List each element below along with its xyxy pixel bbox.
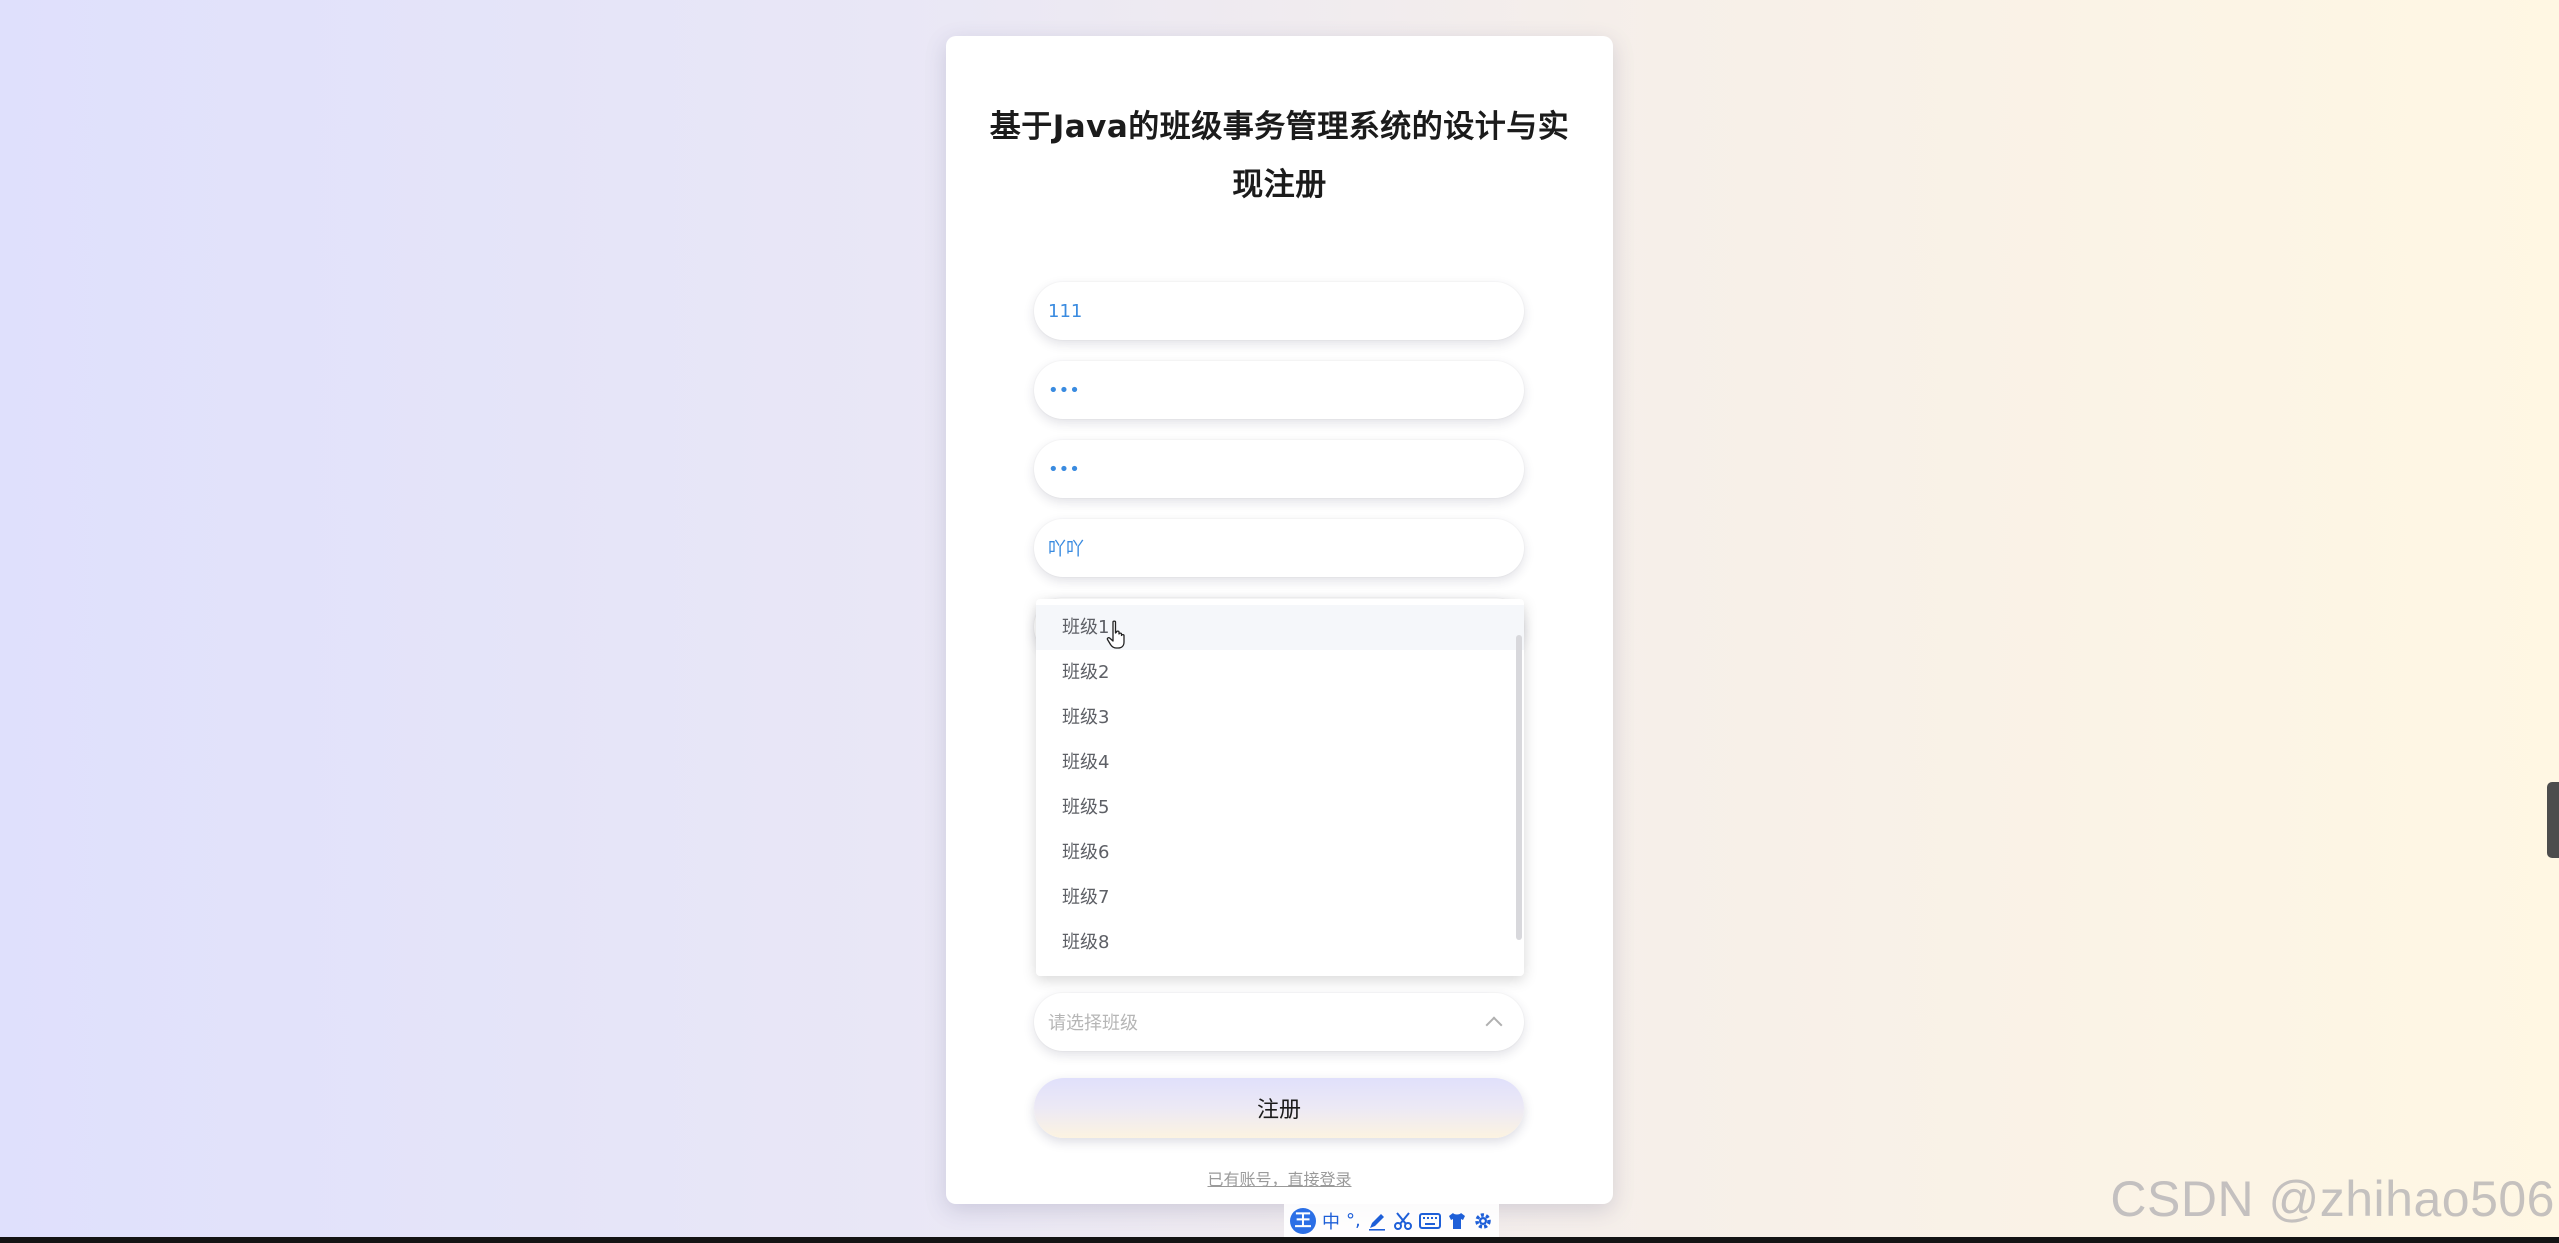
side-panel-handle[interactable]: [2547, 782, 2559, 858]
confirm-password-input[interactable]: •••: [1048, 459, 1080, 480]
class-option[interactable]: 班级3: [1036, 695, 1524, 740]
chevron-up-icon: [1485, 1016, 1503, 1034]
ime-mode-toggle[interactable]: 中: [1322, 1208, 1340, 1234]
hand-pointer-cursor-icon: [1106, 620, 1125, 649]
class-option[interactable]: 班级6: [1036, 830, 1524, 875]
register-button[interactable]: 注册: [1034, 1078, 1524, 1138]
password-field[interactable]: •••: [1034, 361, 1524, 419]
class-option[interactable]: 班级2: [1036, 650, 1524, 695]
class-option-list: 班级1 班级2 班级3 班级4 班级5 班级6 班级7 班级8: [1036, 599, 1524, 965]
page-title: 基于Java的班级事务管理系统的设计与实现注册: [989, 109, 1570, 203]
username-field[interactable]: [1034, 282, 1524, 340]
class-option[interactable]: 班级8: [1036, 920, 1524, 965]
register-card: 基于Java的班级事务管理系统的设计与实现注册 ••• ••• 女 班级1班级2…: [946, 36, 1613, 1204]
login-link[interactable]: 已有账号，直接登录: [946, 1166, 1613, 1190]
confirm-password-field[interactable]: •••: [1034, 440, 1524, 498]
class-option[interactable]: 班级7: [1036, 875, 1524, 920]
username-input[interactable]: [1048, 300, 1510, 322]
gear-icon[interactable]: [1473, 1211, 1493, 1231]
password-input[interactable]: •••: [1048, 380, 1080, 401]
pen-icon[interactable]: [1367, 1211, 1387, 1231]
class-option[interactable]: 班级4: [1036, 740, 1524, 785]
name-field[interactable]: [1034, 519, 1524, 577]
scissors-icon[interactable]: [1393, 1211, 1413, 1231]
ime-punctuation-toggle[interactable]: °,: [1346, 1210, 1361, 1231]
csdn-watermark: CSDN @zhihao506: [2110, 1171, 2555, 1227]
name-input[interactable]: [1048, 537, 1510, 559]
keyboard-icon[interactable]: [1418, 1212, 1441, 1230]
bottom-bar: [0, 1237, 2559, 1243]
class-select[interactable]: 请选择班级: [1034, 993, 1524, 1051]
class-option[interactable]: 班级5: [1036, 785, 1524, 830]
dropdown-scrollbar[interactable]: [1516, 635, 1522, 940]
class-select-placeholder: 请选择班级: [1048, 1013, 1138, 1034]
shirt-icon[interactable]: [1447, 1211, 1467, 1231]
ime-toolbar: 王 中 °,: [1284, 1204, 1499, 1237]
ime-logo-icon[interactable]: 王: [1290, 1207, 1316, 1234]
class-dropdown-menu: 班级1 班级2 班级3 班级4 班级5 班级6 班级7 班级8: [1036, 599, 1524, 976]
